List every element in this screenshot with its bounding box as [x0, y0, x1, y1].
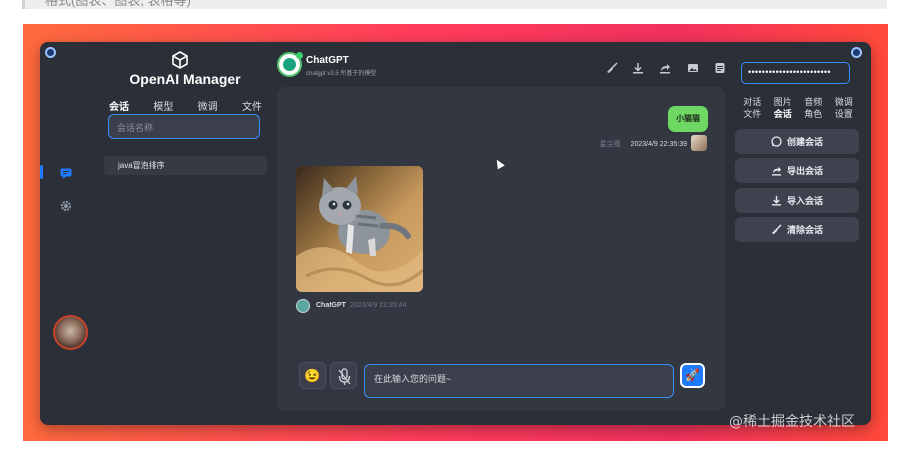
rtab-dialogue[interactable]: 对话 [737, 97, 768, 108]
kitten-image[interactable] [296, 166, 423, 292]
mic-off-icon [338, 368, 351, 385]
emoji-button[interactable]: 😉 [299, 362, 326, 389]
import-session-button[interactable]: 导入会话 [735, 188, 859, 213]
user-message-meta: 星尘雨 2023/4/9 22:35:39 [600, 139, 687, 149]
export-session-label: 导出会话 [786, 166, 823, 176]
bot-message-author: ChatGPT [316, 302, 346, 309]
message-input[interactable]: 在此输入您的问题~ [364, 364, 674, 398]
share-icon[interactable] [659, 62, 671, 76]
user-avatar[interactable] [53, 315, 88, 350]
rtab-finetune[interactable]: 微调 [829, 97, 860, 108]
doc-top-strip-text: 格式(图表、图表, 表格等) [45, 0, 191, 8]
conversation-item[interactable]: java冒泡排序 [104, 156, 267, 175]
app-window: OpenAI Manager 会话 模型 微调 文件 会话名称 java冒泡排序… [40, 42, 871, 425]
tab-models[interactable]: 模型 [153, 98, 173, 113]
rtab-files[interactable]: 文件 [737, 109, 768, 120]
user-message-time: 2023/4/9 22:35:39 [630, 141, 687, 148]
image-icon[interactable] [687, 62, 699, 76]
gear-icon[interactable] [60, 200, 72, 214]
window-dot-right[interactable] [851, 47, 862, 58]
clear-session-label: 清除会话 [786, 225, 823, 235]
api-key-field[interactable]: •••••••••••••••••••••••• [741, 62, 850, 84]
window-dot-left[interactable] [45, 47, 56, 58]
online-status-dot [296, 52, 303, 59]
chat-icon[interactable] [60, 168, 72, 181]
right-panel-tabs: 对话 图片 音频 微调 文件 会话 角色 设置 [737, 97, 859, 120]
user-message-bubble: 小猫猫 [668, 106, 708, 132]
watermark: @稀土掘金技术社区 [729, 414, 855, 430]
session-search-input[interactable]: 会话名称 [108, 114, 260, 139]
chat-subtitle: chatgpt v3.5 所基于的模型 [306, 71, 377, 77]
whatsapp-icon [771, 136, 782, 147]
download-icon [771, 195, 782, 206]
rtab-sessions[interactable]: 会话 [768, 109, 799, 120]
clear-session-button[interactable]: 清除会话 [735, 217, 859, 242]
sidebar-tabs: 会话 模型 微调 文件 [109, 98, 262, 113]
rtab-audio[interactable]: 音频 [798, 97, 829, 108]
user-message-author: 星尘雨 [599, 141, 621, 148]
user-message-avatar [691, 135, 707, 151]
mic-toggle-button[interactable] [330, 362, 357, 389]
emoji-icon: 😉 [304, 368, 321, 383]
chat-panel: 小猫猫 星尘雨 2023/4/9 22:35:39 ChatGPT 2023/4… [277, 87, 725, 411]
import-session-label: 导入会话 [786, 196, 823, 206]
export-session-button[interactable]: 导出会话 [735, 158, 859, 183]
chatgpt-avatar [296, 299, 310, 313]
cube-icon [171, 51, 189, 69]
broom-icon [771, 224, 782, 235]
chat-title: ChatGPT [306, 55, 349, 66]
rtab-image[interactable]: 图片 [768, 97, 799, 108]
share-icon [771, 166, 782, 176]
tab-finetune[interactable]: 微调 [198, 98, 218, 113]
openai-icon [283, 58, 296, 71]
send-button[interactable]: 🚀 [680, 363, 705, 388]
rail-active-indicator [40, 165, 43, 179]
notes-icon[interactable] [714, 62, 726, 76]
brand-title: OpenAI Manager [129, 71, 241, 87]
rocket-icon: 🚀 [685, 368, 700, 382]
doc-top-strip: 格式(图表、图表, 表格等) [22, 0, 887, 9]
download-icon[interactable] [632, 62, 644, 76]
broom-icon[interactable] [606, 62, 618, 76]
bot-message-time: 2023/4/9 22:35:44 [350, 302, 407, 309]
create-session-label: 创建会话 [786, 137, 823, 147]
tab-sessions[interactable]: 会话 [109, 98, 129, 113]
rtab-roles[interactable]: 角色 [798, 109, 829, 120]
rtab-settings[interactable]: 设置 [829, 109, 860, 120]
create-session-button[interactable]: 创建会话 [735, 129, 859, 154]
tab-files[interactable]: 文件 [242, 98, 262, 113]
